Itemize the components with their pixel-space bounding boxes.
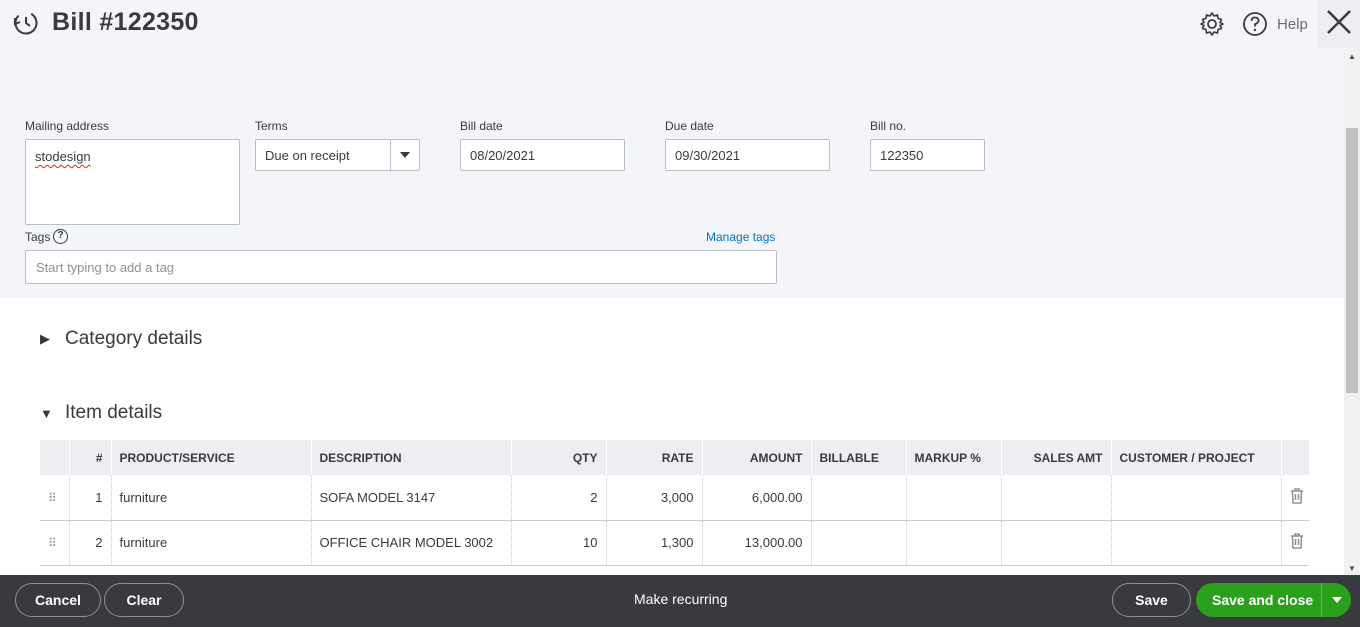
scroll-down-icon[interactable]: ▼ — [1348, 564, 1356, 573]
mailing-address-label: Mailing address — [25, 119, 110, 133]
cell-description[interactable]: SOFA MODEL 3147 — [311, 475, 512, 521]
cell-description[interactable]: OFFICE CHAIR MODEL 3002 — [311, 520, 512, 566]
cell-sales-amt[interactable] — [1001, 520, 1112, 566]
drag-handle-icon[interactable]: ⠿ — [48, 491, 57, 505]
bill-no-value: 122350 — [880, 148, 924, 163]
due-date-value: 09/30/2021 — [675, 148, 741, 163]
tags-label: Tags — [25, 230, 51, 244]
cell-num: 2 — [69, 520, 112, 566]
cell-rate[interactable]: 3,000 — [606, 475, 703, 521]
cell-sales-amt[interactable] — [1001, 475, 1112, 521]
header-qty: QTY — [511, 440, 607, 475]
save-and-close-button[interactable]: Save and close — [1196, 583, 1351, 617]
tags-input[interactable] — [25, 250, 777, 284]
header-product: PRODUCT/SERVICE — [111, 440, 312, 475]
chevron-down-icon[interactable] — [390, 140, 419, 170]
help-icon[interactable] — [1242, 11, 1268, 42]
help-circle-icon[interactable]: ? — [53, 229, 68, 244]
cell-qty[interactable]: 10 — [511, 520, 607, 566]
bill-header: Bill #122350 Help Mailing address stodes… — [0, 0, 1344, 298]
header-rate: RATE — [606, 440, 703, 475]
table-row[interactable]: ⠿ 2 furniture OFFICE CHAIR MODEL 3002 10… — [40, 520, 1309, 566]
make-recurring-link[interactable]: Make recurring — [634, 591, 727, 607]
cell-num: 1 — [69, 475, 112, 521]
close-icon[interactable] — [1326, 9, 1352, 40]
header-description: DESCRIPTION — [311, 440, 512, 475]
cell-markup[interactable] — [906, 475, 1002, 521]
cell-amount[interactable]: 6,000.00 — [702, 475, 812, 521]
scroll-up-icon[interactable]: ▲ — [1348, 52, 1356, 61]
triangle-down-icon: ▼ — [40, 405, 53, 421]
due-date-label: Due date — [665, 119, 714, 133]
bill-date-field[interactable]: 08/20/2021 — [460, 139, 625, 171]
cell-qty[interactable]: 2 — [511, 475, 607, 521]
item-details-title: Item details — [65, 402, 163, 423]
clear-button[interactable]: Clear — [104, 583, 184, 617]
triangle-right-icon: ▶ — [40, 331, 50, 346]
chevron-down-icon[interactable] — [1321, 583, 1351, 617]
header-billable: BILLABLE — [811, 440, 907, 475]
header-actions — [1281, 440, 1310, 475]
cell-billable[interactable] — [811, 475, 907, 521]
bill-no-field[interactable]: 122350 — [870, 139, 985, 171]
item-details-table: # PRODUCT/SERVICE DESCRIPTION QTY RATE A… — [40, 440, 1310, 566]
cell-amount[interactable]: 13,000.00 — [702, 520, 812, 566]
header-markup: MARKUP % — [906, 440, 1002, 475]
header-customer-project: CUSTOMER / PROJECT — [1111, 440, 1282, 475]
close-button[interactable] — [1317, 0, 1360, 48]
table-header-row: # PRODUCT/SERVICE DESCRIPTION QTY RATE A… — [40, 440, 1310, 475]
terms-value: Due on receipt — [265, 148, 350, 163]
gear-icon[interactable] — [1199, 11, 1225, 42]
save-button[interactable]: Save — [1112, 583, 1191, 617]
bill-date-value: 08/20/2021 — [470, 148, 536, 163]
cell-product[interactable]: furniture — [111, 520, 312, 566]
terms-label: Terms — [255, 119, 288, 133]
cell-customer-project[interactable] — [1111, 475, 1282, 521]
cell-customer-project[interactable] — [1111, 520, 1282, 566]
category-details-toggle[interactable]: ▶ Category details — [40, 328, 202, 350]
cell-product[interactable]: furniture — [111, 475, 312, 521]
due-date-field[interactable]: 09/30/2021 — [665, 139, 830, 171]
header-num: # — [69, 440, 112, 475]
vertical-scrollbar[interactable]: ▲ ▼ — [1344, 48, 1360, 575]
terms-select[interactable]: Due on receipt — [255, 139, 420, 171]
mailing-address-value: stodesign — [35, 149, 91, 164]
category-details-title: Category details — [65, 328, 203, 349]
footer-bar: Cancel Clear Make recurring Save Save an… — [0, 575, 1360, 627]
drag-handle-icon[interactable]: ⠿ — [48, 536, 57, 550]
item-details-toggle[interactable]: ▼ Item details — [40, 402, 162, 424]
help-link[interactable]: Help — [1277, 16, 1308, 33]
save-and-close-label: Save and close — [1212, 592, 1314, 608]
scrollbar-thumb[interactable] — [1346, 128, 1358, 393]
trash-icon[interactable] — [1290, 533, 1304, 552]
bill-no-label: Bill no. — [870, 119, 907, 133]
trash-icon[interactable] — [1290, 488, 1304, 507]
header-drag — [40, 440, 70, 475]
recent-transactions-icon[interactable] — [12, 9, 40, 37]
manage-tags-link[interactable]: Manage tags — [706, 230, 775, 244]
cell-rate[interactable]: 1,300 — [606, 520, 703, 566]
table-row[interactable]: ⠿ 1 furniture SOFA MODEL 3147 2 3,000 6,… — [40, 475, 1309, 521]
bill-date-label: Bill date — [460, 119, 503, 133]
title-wrap: Bill #122350 — [12, 8, 199, 37]
header-sales-amt: SALES AMT — [1001, 440, 1112, 475]
cell-billable[interactable] — [811, 520, 907, 566]
mailing-address-field[interactable]: stodesign — [25, 139, 240, 225]
cell-markup[interactable] — [906, 520, 1002, 566]
header-amount: AMOUNT — [702, 440, 812, 475]
page-title: Bill #122350 — [52, 8, 199, 36]
cancel-button[interactable]: Cancel — [15, 583, 101, 617]
